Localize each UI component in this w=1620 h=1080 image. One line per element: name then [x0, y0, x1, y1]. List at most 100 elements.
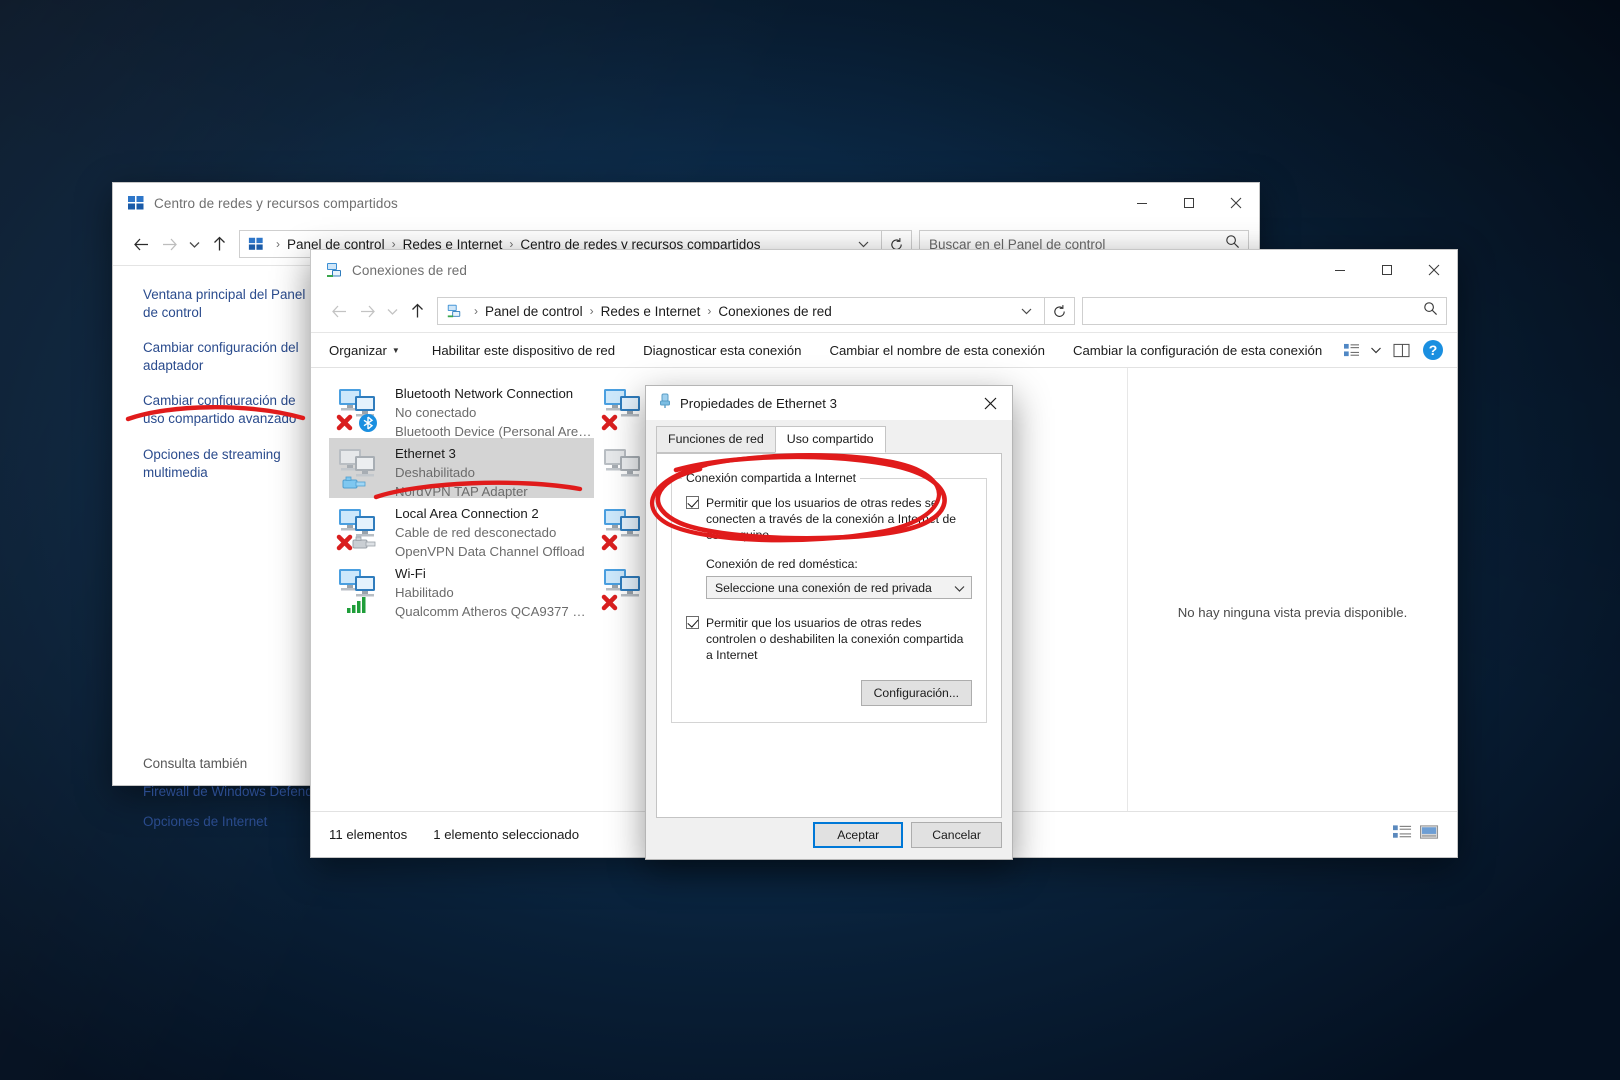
- refresh-button[interactable]: [1045, 297, 1075, 325]
- large-icons-view-icon[interactable]: [1420, 824, 1439, 846]
- back-button[interactable]: [325, 297, 353, 325]
- home-network-label: Conexión de red doméstica:: [706, 557, 858, 572]
- cancel-button[interactable]: Cancelar: [911, 822, 1002, 848]
- preview-pane-icon[interactable]: [1386, 336, 1416, 364]
- breadcrumb-item-network-connections[interactable]: Conexiones de red: [718, 304, 831, 319]
- list-item[interactable]: Wi-Fi Habilitado Qualcomm Atheros QCA937…: [329, 558, 594, 619]
- tab-network-functions[interactable]: Funciones de red: [656, 426, 776, 453]
- monitor-pair-icon: [333, 564, 389, 616]
- chevron-down-icon[interactable]: [954, 579, 965, 597]
- recent-locations-button[interactable]: [183, 230, 205, 258]
- allow-connect-checkbox-row[interactable]: Permitir que los usuarios de otras redes…: [686, 495, 972, 543]
- toolbar-organize-button[interactable]: Organizar ▼: [329, 343, 418, 358]
- minimize-button[interactable]: [1118, 183, 1165, 223]
- status-item-count: 11 elementos: [329, 827, 408, 842]
- help-icon[interactable]: ?: [1418, 336, 1448, 364]
- allow-connect-checkbox[interactable]: [686, 496, 699, 509]
- network-center-title: Centro de redes y recursos compartidos: [154, 195, 398, 211]
- details-view-icon[interactable]: [1393, 824, 1412, 846]
- allow-control-checkbox[interactable]: [686, 616, 699, 630]
- network-connections-breadcrumb-icon: [446, 303, 463, 320]
- dialog-sharing-page: Conexión compartida a Internet Permitir …: [656, 453, 1002, 818]
- wifi-bars-icon: [347, 597, 366, 613]
- connection-status: Cable de red desconectado: [395, 525, 557, 541]
- breadcrumb-item-control-panel[interactable]: Panel de control: [485, 304, 583, 319]
- network-connections-breadcrumb[interactable]: › Panel de control › Redes e Internet › …: [437, 297, 1045, 325]
- toolbar-enable-device-button[interactable]: Habilitar este dispositivo de red: [418, 343, 629, 358]
- toolbar-rename-button[interactable]: Cambiar el nombre de esta conexión: [815, 343, 1059, 358]
- list-item[interactable]: Ethernet 3 Deshabilitado NordVPN TAP Ada…: [329, 438, 594, 499]
- chevron-down-icon: ▼: [391, 345, 400, 355]
- close-button[interactable]: [1410, 250, 1457, 290]
- view-options-icon[interactable]: [1336, 336, 1366, 364]
- network-center-sidebar: Ventana principal del Panel de control C…: [113, 266, 325, 829]
- close-button[interactable]: [1212, 183, 1259, 223]
- breadcrumb-dropdown-icon[interactable]: [1015, 302, 1038, 320]
- allow-control-checkbox-row[interactable]: Permitir que los usuarios de otras redes…: [686, 615, 972, 663]
- connection-name: Ethernet 3: [395, 446, 456, 461]
- list-item-text: Wi-Fi Habilitado Qualcomm Atheros QCA937…: [389, 564, 594, 619]
- back-button[interactable]: [127, 230, 155, 258]
- breadcrumb-separator: ›: [276, 237, 280, 251]
- search-icon[interactable]: [1423, 301, 1442, 321]
- sidebar-item-advanced-sharing-settings[interactable]: Cambiar configuración de uso compartido …: [143, 392, 308, 428]
- network-center-caption-buttons: [1118, 183, 1259, 223]
- network-connections-titlebar[interactable]: Conexiones de red: [311, 250, 1457, 290]
- network-connections-title: Conexiones de red: [352, 262, 468, 278]
- recent-locations-button[interactable]: [381, 297, 403, 325]
- minimize-button[interactable]: [1316, 250, 1363, 290]
- connection-device: OpenVPN Data Channel Offload: [395, 544, 585, 560]
- maximize-button[interactable]: [1165, 183, 1212, 223]
- network-connections-toolbar[interactable]: Organizar ▼ Habilitar este dispositivo de…: [311, 332, 1457, 368]
- network-center-titlebar[interactable]: Centro de redes y recursos compartidos: [113, 183, 1259, 223]
- connections-column-1: Bluetooth Network Connection No conectad…: [329, 378, 594, 619]
- preview-pane: No hay ninguna vista previa disponible.: [1127, 368, 1457, 857]
- home-network-select-value: Seleccione una conexión de red privada: [715, 580, 932, 595]
- ok-button[interactable]: Aceptar: [813, 822, 904, 848]
- monitor-pair-icon: [333, 504, 389, 556]
- list-item-text: Bluetooth Network Connection No conectad…: [389, 384, 594, 440]
- forward-button[interactable]: [353, 297, 381, 325]
- maximize-button[interactable]: [1363, 250, 1410, 290]
- sidebar-item-change-adapter-settings[interactable]: Cambiar configuración del adaptador: [143, 339, 308, 375]
- toolbar-right-group: ?: [1336, 336, 1458, 364]
- search-input[interactable]: [1092, 303, 1423, 319]
- close-icon[interactable]: [968, 386, 1012, 420]
- up-button[interactable]: [403, 297, 431, 325]
- preview-message: No hay ninguna vista previa disponible.: [1177, 605, 1408, 620]
- list-item[interactable]: Local Area Connection 2 Cable de red des…: [329, 498, 594, 560]
- connection-name: Bluetooth Network Connection: [395, 386, 574, 401]
- home-network-select[interactable]: Seleccione una conexión de red privada: [706, 576, 972, 600]
- settings-button[interactable]: Configuración...: [860, 679, 972, 706]
- list-item[interactable]: Bluetooth Network Connection No conectad…: [329, 378, 594, 440]
- connection-name: Local Area Connection 2: [395, 506, 539, 521]
- toolbar-change-settings-button[interactable]: Cambiar la configuración de esta conexió…: [1059, 343, 1336, 358]
- toolbar-diagnose-button[interactable]: Diagnosticar esta conexión: [629, 343, 815, 358]
- settings-button-wrap: Configuración...: [686, 679, 972, 706]
- group-legend: Conexión compartida a Internet: [682, 471, 861, 485]
- tab-sharing[interactable]: Uso compartido: [774, 426, 886, 453]
- status-view-buttons: [1393, 824, 1439, 846]
- network-connections-address-bar[interactable]: › Panel de control › Redes e Internet › …: [311, 290, 1457, 332]
- toolbar-organize-label: Organizar: [329, 342, 387, 358]
- breadcrumb-separator: ›: [474, 304, 478, 318]
- list-item-text: Ethernet 3 Deshabilitado NordVPN TAP Ada…: [389, 444, 528, 499]
- network-center-icon: [127, 194, 145, 212]
- ethernet-properties-dialog[interactable]: Propiedades de Ethernet 3 Funciones de r…: [645, 385, 1013, 860]
- breadcrumb-separator: ›: [707, 304, 712, 318]
- forward-button[interactable]: [155, 230, 183, 258]
- internet-connection-sharing-group: Conexión compartida a Internet Permitir …: [671, 471, 987, 723]
- sidebar-item-media-streaming-options[interactable]: Opciones de streaming multimedia: [143, 446, 308, 482]
- network-connections-icon: [325, 261, 343, 279]
- sidebar-item-control-panel-home[interactable]: Ventana principal del Panel de control: [143, 286, 308, 322]
- dialog-title: Propiedades de Ethernet 3: [680, 395, 837, 411]
- connection-device: Bluetooth Device (Personal Area ...: [395, 424, 594, 440]
- network-connections-search-box[interactable]: [1082, 297, 1447, 325]
- network-connections-caption-buttons: [1316, 250, 1457, 290]
- dialog-titlebar[interactable]: Propiedades de Ethernet 3: [646, 386, 1012, 420]
- connection-status: Habilitado: [395, 585, 454, 601]
- up-button[interactable]: [205, 230, 233, 258]
- breadcrumb-item-network-internet[interactable]: Redes e Internet: [601, 304, 701, 319]
- dialog-tabs[interactable]: Funciones de red Uso compartido: [646, 420, 1012, 453]
- chevron-down-icon[interactable]: [1368, 336, 1384, 364]
